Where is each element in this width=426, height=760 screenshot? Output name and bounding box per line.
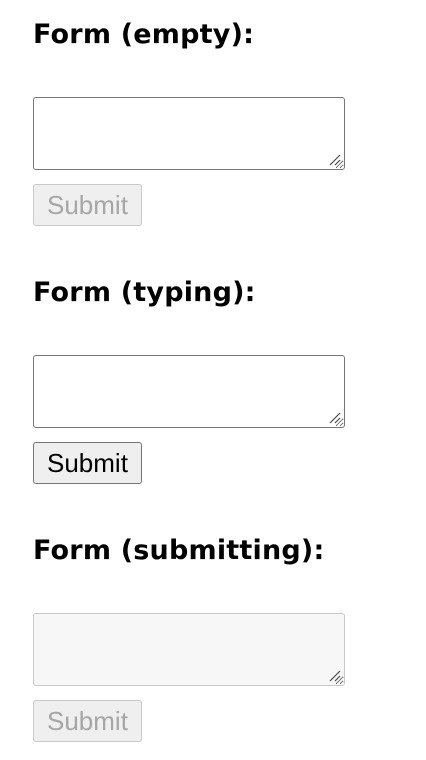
submit-button[interactable]: Submit (33, 442, 142, 484)
answer-textarea-wrapper (33, 613, 345, 686)
form-empty-heading: Form (empty): (33, 19, 255, 50)
submit-button[interactable]: Submit (33, 700, 142, 742)
form-empty: Form (empty): Submit (33, 18, 373, 226)
answer-textarea-wrapper (33, 355, 345, 428)
form-submitting: Form (submitting): Submit (33, 534, 373, 742)
form-submitting-heading: Form (submitting): (33, 535, 325, 566)
submit-button[interactable]: Submit (33, 184, 142, 226)
answer-textarea[interactable] (33, 97, 345, 170)
answer-textarea-wrapper (33, 97, 345, 170)
answer-textarea[interactable] (33, 613, 345, 686)
form-typing-heading: Form (typing): (33, 277, 256, 308)
form-typing: Form (typing): Submit (33, 276, 373, 484)
answer-textarea[interactable] (33, 355, 345, 428)
